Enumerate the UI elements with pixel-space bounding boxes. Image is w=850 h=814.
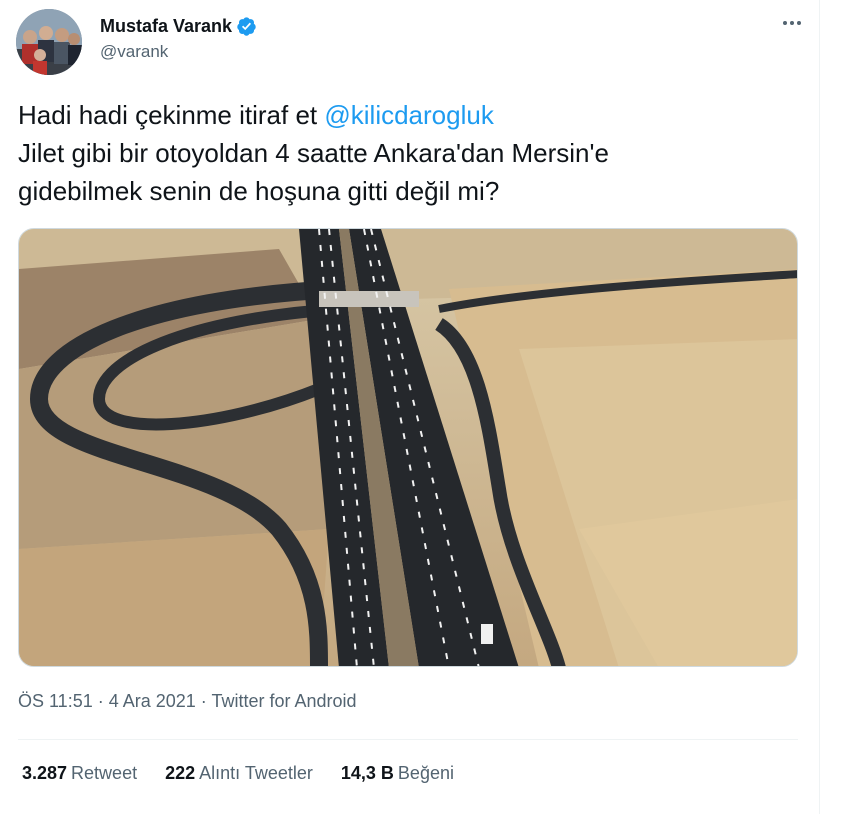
tweet-page: Mustafa Varank @varank Hadi hadi çekinme… <box>0 0 850 814</box>
dot <box>783 21 787 25</box>
retweets-count: 3.287 <box>22 763 68 783</box>
likes-label: Beğeni <box>397 763 454 783</box>
dot <box>790 21 794 25</box>
meta-separator: · <box>92 691 109 711</box>
tweet-line-3: gidebilmek senin de hoşuna gitti değil m… <box>18 176 500 206</box>
tweet-line-2: Jilet gibi bir otoyoldan 4 saatte Ankara… <box>18 138 609 168</box>
retweets-stat[interactable]: 3.287 Retweet <box>22 763 137 784</box>
divider <box>18 739 798 740</box>
likes-count: 14,3 B <box>340 763 394 783</box>
tweet-time[interactable]: ÖS 11:51 <box>18 691 93 711</box>
mention-link[interactable]: @kilicdarogluk <box>324 100 493 130</box>
meta-separator: · <box>195 691 212 711</box>
author-block: Mustafa Varank @varank <box>100 14 257 62</box>
tweet-meta: ÖS 11:51 · 4 Ara 2021 · Twitter for Andr… <box>18 691 357 712</box>
highway-aerial-photo <box>19 229 797 666</box>
dot <box>797 21 801 25</box>
display-name-row: Mustafa Varank <box>100 14 257 38</box>
tweet-stats: 3.287 Retweet 222 Alıntı Tweetler 14,3 B Be… <box>22 763 482 784</box>
tweet-line-1: Hadi hadi çekinme itiraf et @kilicdarogl… <box>18 96 798 134</box>
tweet-date[interactable]: 4 Ara 2021 <box>109 691 196 711</box>
tweet-photo[interactable] <box>18 228 798 667</box>
quotes-stat[interactable]: 222 Alıntı Tweetler <box>165 763 313 784</box>
quotes-label: Alıntı Tweetler <box>199 763 313 783</box>
tweet-text: Hadi hadi çekinme itiraf et @kilicdarogl… <box>18 96 798 210</box>
column-border <box>819 0 820 814</box>
more-options-icon[interactable] <box>778 11 806 35</box>
author-handle[interactable]: @varank <box>100 42 257 62</box>
likes-stat[interactable]: 14,3 B Beğeni <box>341 763 454 784</box>
tweet-source[interactable]: Twitter for Android <box>211 691 356 711</box>
tweet-text-prefix: Hadi hadi çekinme itiraf et <box>18 100 325 130</box>
display-name[interactable]: Mustafa Varank <box>100 16 232 37</box>
verified-badge-icon <box>237 16 256 36</box>
avatar[interactable] <box>16 9 82 75</box>
tweet-header: Mustafa Varank @varank <box>16 9 806 79</box>
quotes-count: 222 <box>165 763 196 783</box>
retweets-label: Retweet <box>71 763 138 783</box>
